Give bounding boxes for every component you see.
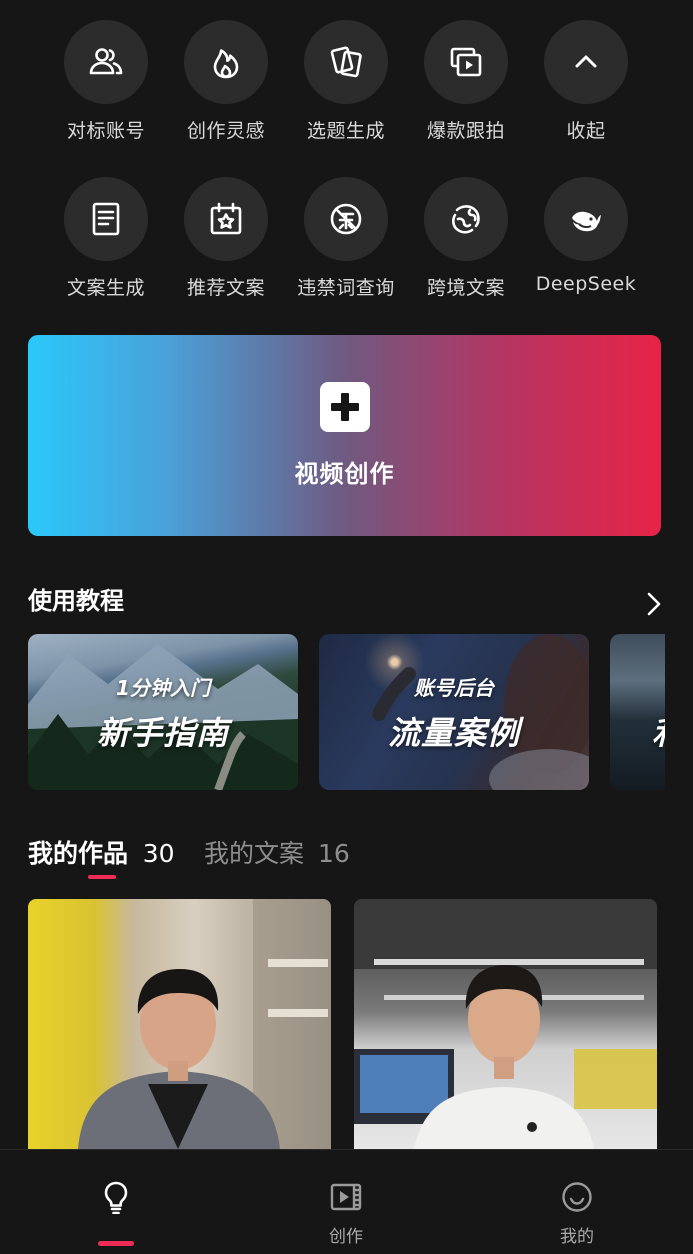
- tutorial-small-text: 账号后台: [414, 676, 494, 700]
- tool-label: 对标账号: [66, 120, 145, 142]
- tools-row-2: 文案生成 推荐文案 违禁词查询 跨境文案 DeepSeek: [0, 177, 693, 317]
- tool-label: 跨境文案: [426, 277, 505, 299]
- chevron-right-icon[interactable]: [640, 588, 668, 620]
- tool-creative-inspiration[interactable]: 创作灵感: [166, 20, 286, 150]
- tool-label: 文案生成: [66, 277, 145, 299]
- tutorials-title: 使用教程: [28, 587, 124, 615]
- globe-icon: [424, 177, 508, 261]
- tab-label: 我的作品: [28, 839, 129, 868]
- tab-my-copies[interactable]: 我的文案 16: [204, 834, 350, 870]
- lightbulb-icon: [104, 1181, 128, 1214]
- tutorial-big-text: 利: [652, 708, 665, 754]
- tutorial-big-text: 新手指南: [96, 714, 229, 752]
- tool-deepseek[interactable]: DeepSeek: [526, 177, 646, 307]
- tab-count: 30: [142, 839, 175, 868]
- plus-icon: [319, 382, 370, 432]
- active-nav-indicator: [98, 1241, 134, 1246]
- tool-copy-generation[interactable]: 文案生成: [46, 177, 166, 307]
- tool-label: 爆款跟拍: [426, 120, 505, 142]
- tool-label: 违禁词查询: [297, 277, 395, 299]
- tutorial-small-text: 1分钟入门: [116, 676, 210, 700]
- tutorial-carousel[interactable]: 1分钟入门 新手指南 账号后台 流量案例 利: [28, 634, 665, 790]
- tool-viral-remake[interactable]: 爆款跟拍: [406, 20, 526, 150]
- tool-banned-words[interactable]: 违禁词查询: [286, 177, 406, 307]
- tool-recommended-copy[interactable]: 推荐文案: [166, 177, 286, 307]
- presenter-image: [354, 899, 657, 1149]
- app-screen: 对标账号 创作灵感 选题生成 爆款跟拍 收起 文案生成 推荐文案 违禁词查询 跨…: [0, 0, 693, 1254]
- nav-label: 创作: [329, 1227, 363, 1247]
- bottom-navigation: 创作 我的: [0, 1149, 693, 1254]
- tool-label: 创作灵感: [186, 120, 265, 142]
- presenter-image: [78, 899, 331, 1149]
- tool-crossborder-copy[interactable]: 跨境文案: [406, 177, 526, 307]
- tool-label: 选题生成: [306, 120, 385, 142]
- tab-count: 16: [317, 839, 350, 868]
- smile-icon: [562, 1182, 592, 1212]
- nav-item-profile[interactable]: 我的: [502, 1150, 652, 1254]
- tab-label: 我的文案: [204, 839, 305, 868]
- tool-collapse[interactable]: 收起: [526, 20, 646, 150]
- tools-row-1: 对标账号 创作灵感 选题生成 爆款跟拍 收起: [0, 20, 693, 160]
- forbidden-icon: [304, 177, 388, 261]
- users-icon: [64, 20, 148, 104]
- document-icon: [64, 177, 148, 261]
- tab-my-works[interactable]: 我的作品 30: [28, 834, 175, 870]
- works-tabs: 我的作品 30 我的文案 16: [28, 834, 668, 884]
- nav-item-home[interactable]: [41, 1150, 191, 1254]
- video-copy-icon: [424, 20, 508, 104]
- tool-label: 推荐文案: [186, 277, 265, 299]
- tool-topic-generation[interactable]: 选题生成: [286, 20, 406, 150]
- tutorial-card-third[interactable]: 利: [610, 634, 665, 790]
- tool-label: DeepSeek: [535, 273, 637, 295]
- work-thumbnail[interactable]: [354, 899, 657, 1149]
- video-create-button[interactable]: 视频创作: [28, 335, 661, 536]
- nav-label: 我的: [560, 1227, 594, 1247]
- tutorial-card-beginner[interactable]: 1分钟入门 新手指南: [28, 634, 298, 790]
- chevron-up-icon: [544, 20, 628, 104]
- tool-benchmark-accounts[interactable]: 对标账号: [46, 20, 166, 150]
- tutorial-card-traffic-cases[interactable]: 账号后台 流量案例: [319, 634, 589, 790]
- active-tab-indicator: [88, 875, 116, 879]
- cards-icon: [304, 20, 388, 104]
- flame-icon: [184, 20, 268, 104]
- whale-icon: [544, 177, 628, 261]
- tool-label: 收起: [566, 120, 606, 142]
- film-icon: [330, 1183, 362, 1211]
- nav-item-create[interactable]: 创作: [271, 1150, 421, 1254]
- video-create-label: 视频创作: [294, 460, 395, 488]
- tutorial-big-text: 流量案例: [387, 714, 520, 752]
- calendar-star-icon: [184, 177, 268, 261]
- work-thumbnail[interactable]: [28, 899, 331, 1149]
